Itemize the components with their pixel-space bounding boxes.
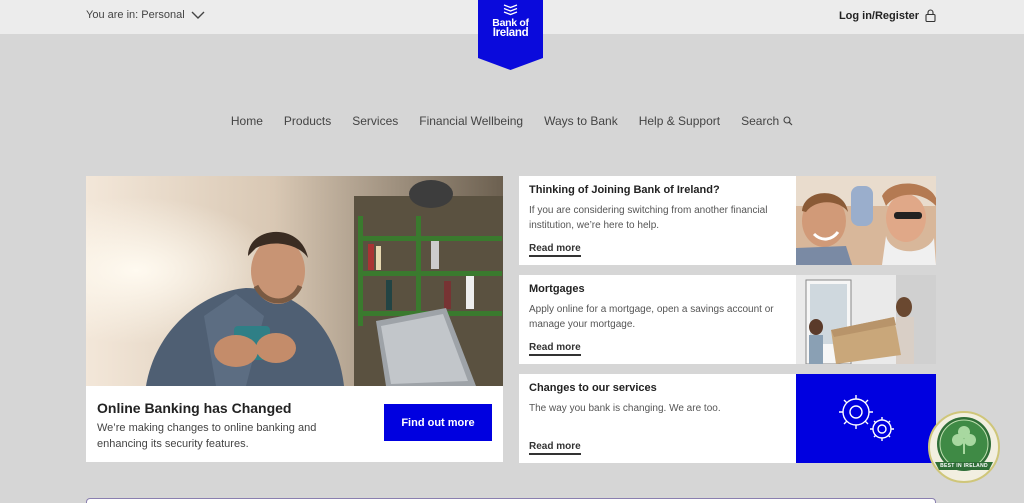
moving-box-photo [796,275,936,364]
nav-item-search[interactable]: Search [741,114,793,128]
best-in-ireland-badge: BEST IN IRELAND [927,410,1001,484]
card-title: Mortgages [529,283,585,295]
card-title: Thinking of Joining Bank of Ireland? [529,184,720,196]
logo-text: Bank of Ireland [478,18,543,39]
logo-text-line2: Ireland [492,27,529,39]
nav-item-help-support[interactable]: Help & Support [639,114,720,128]
main-nav: Home Products Services Financial Wellbei… [0,114,1024,128]
hero-image [86,176,503,386]
find-out-more-button[interactable]: Find out more [384,404,492,441]
search-label: Search [741,114,780,128]
man-with-laptop-photo [86,176,503,386]
login-register-link[interactable]: Log in/Register [839,9,936,22]
badge-text: BEST IN IRELAND [940,463,988,469]
read-more-link[interactable]: Read more [529,441,581,455]
card-title: Changes to our services [529,382,657,394]
card-description: Apply online for a mortgage, open a savi… [529,304,774,330]
shamrock-icon [928,411,1000,483]
nav-item-home[interactable]: Home [231,114,263,128]
hero-title: Online Banking has Changed [97,400,292,416]
lock-icon [925,9,936,22]
read-more-link[interactable]: Read more [529,342,581,356]
context-selector[interactable]: You are in: Personal [86,9,205,21]
nav-item-ways-to-bank[interactable]: Ways to Bank [544,114,618,128]
context-label: You are in: Personal [86,9,185,21]
bank-logo[interactable]: Bank of Ireland [478,0,543,70]
search-icon [783,116,793,126]
nav-item-financial-wellbeing[interactable]: Financial Wellbeing [419,114,523,128]
next-section-edge [86,498,936,503]
chevron-down-icon [191,11,205,19]
gears-icon [796,374,936,463]
nav-item-services[interactable]: Services [352,114,398,128]
login-label: Log in/Register [838,9,919,22]
nav-item-products[interactable]: Products [284,114,331,128]
card-mortgages: Mortgages Apply online for a mortgage, o… [519,275,936,364]
card-description: If you are considering switching from an… [529,205,768,231]
hero-description: We’re making changes to online banking a… [97,422,317,450]
read-more-link[interactable]: Read more [529,243,581,257]
card-changes-services: Changes to our services The way you bank… [519,374,936,463]
couple-photo [796,176,936,265]
card-description: The way you bank is changing. We are too… [529,403,721,414]
hero-card: Online Banking has Changed We’re making … [86,176,503,462]
card-joining: Thinking of Joining Bank of Ireland? If … [519,176,936,265]
